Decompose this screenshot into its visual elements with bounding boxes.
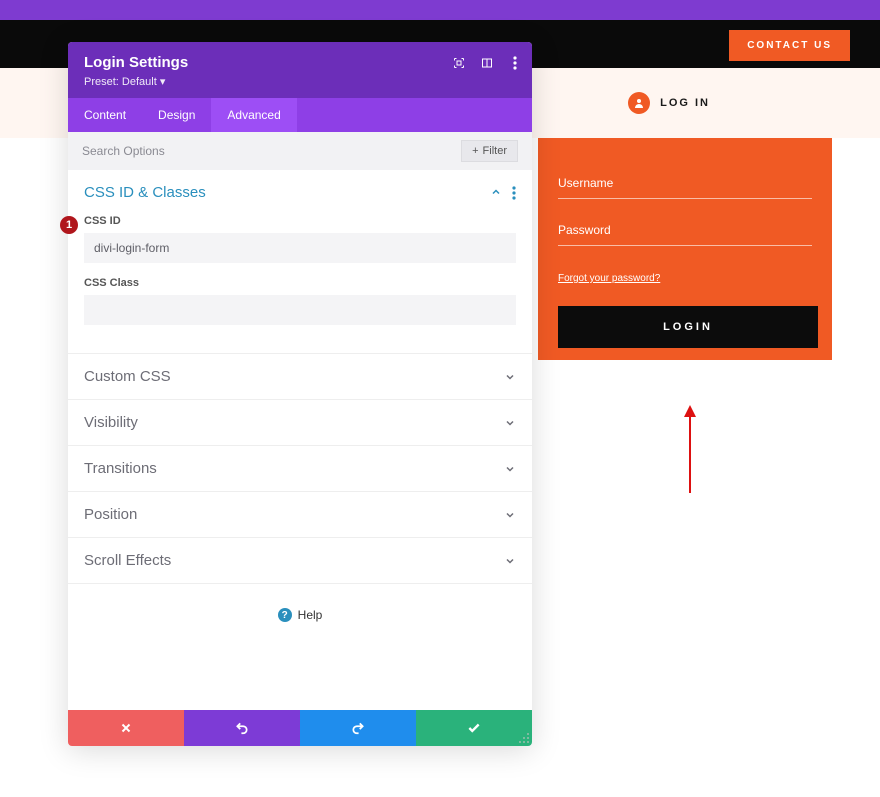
section-transitions[interactable]: Transitions	[68, 446, 532, 492]
chevron-down-icon	[504, 509, 516, 521]
plus-icon: +	[472, 145, 478, 157]
close-icon	[120, 722, 132, 734]
columns-icon[interactable]	[480, 56, 494, 70]
css-id-label: CSS ID	[84, 215, 516, 227]
username-label: Username	[558, 176, 613, 190]
help-icon: ?	[278, 608, 292, 622]
tab-design[interactable]: Design	[142, 98, 211, 132]
save-button[interactable]	[416, 710, 532, 746]
panel-header: Login Settings Preset: Default ▾	[68, 42, 532, 98]
chevron-down-icon	[504, 371, 516, 383]
username-field[interactable]: Username	[558, 174, 812, 199]
contact-us-button[interactable]: CONTACT US	[729, 30, 850, 61]
top-purple-bar	[0, 0, 880, 20]
section-css-id-classes: CSS ID & Classes CSS ID CSS Class	[68, 170, 532, 354]
section-position[interactable]: Position	[68, 492, 532, 538]
resize-handle-icon[interactable]	[518, 732, 530, 744]
chevron-down-icon	[504, 417, 516, 429]
search-row: Search Options + Filter	[68, 132, 532, 170]
redo-button[interactable]	[300, 710, 416, 746]
password-field[interactable]: Password	[558, 221, 812, 246]
expand-icon[interactable]	[452, 56, 466, 70]
forgot-password-link[interactable]: Forgot your password?	[558, 273, 660, 284]
user-icon	[628, 92, 650, 114]
login-link-label: LOG IN	[660, 97, 710, 109]
chevron-down-icon	[504, 555, 516, 567]
chevron-down-icon	[504, 463, 516, 475]
settings-panel: Login Settings Preset: Default ▾ Content…	[68, 42, 532, 746]
login-form: Username Password Forgot your password? …	[538, 138, 832, 360]
undo-button[interactable]	[184, 710, 300, 746]
section-custom-css[interactable]: Custom CSS	[68, 354, 532, 400]
css-class-label: CSS Class	[84, 277, 516, 289]
section-kebab-icon[interactable]	[512, 186, 516, 200]
cancel-button[interactable]	[68, 710, 184, 746]
section-scroll-effects[interactable]: Scroll Effects	[68, 538, 532, 584]
section-title: CSS ID & Classes	[84, 184, 206, 201]
search-input[interactable]: Search Options	[82, 144, 165, 158]
panel-footer	[68, 710, 532, 746]
undo-icon	[235, 721, 249, 735]
panel-preset[interactable]: Preset: Default ▾	[84, 75, 516, 88]
annotation-marker: 1	[60, 216, 78, 234]
help-link[interactable]: ? Help	[68, 584, 532, 646]
redo-icon	[351, 721, 365, 735]
password-label: Password	[558, 223, 611, 237]
panel-tabs: Content Design Advanced	[68, 98, 532, 132]
login-link[interactable]: LOG IN	[628, 92, 710, 114]
kebab-menu-icon[interactable]	[508, 56, 522, 70]
login-submit-button[interactable]: LOGIN	[558, 306, 818, 348]
tab-content[interactable]: Content	[68, 98, 142, 132]
css-id-input[interactable]	[84, 233, 516, 263]
chevron-up-icon[interactable]	[490, 186, 502, 200]
annotation-arrow-icon	[680, 405, 700, 495]
filter-button[interactable]: + Filter	[461, 140, 518, 162]
check-icon	[467, 721, 481, 735]
section-visibility[interactable]: Visibility	[68, 400, 532, 446]
css-class-input[interactable]	[84, 295, 516, 325]
tab-advanced[interactable]: Advanced	[211, 98, 296, 132]
